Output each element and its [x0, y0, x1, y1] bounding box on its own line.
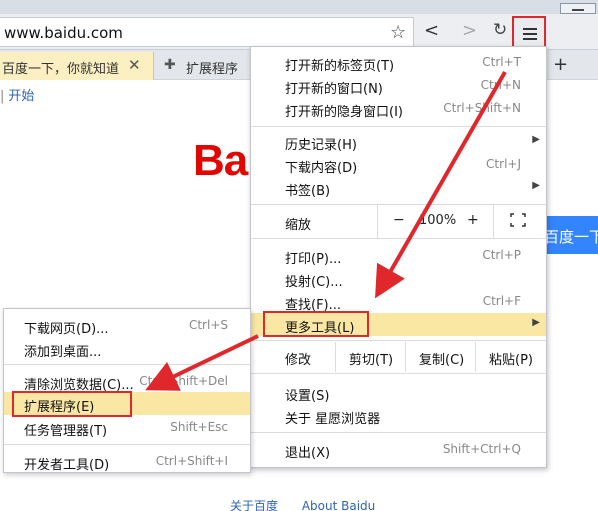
main-menu: 打开新的标签页(T) Ctrl+T 打开新的窗口(N) Ctrl+N 打开新的隐… [250, 46, 547, 468]
menu-item-bookmarks[interactable]: 书签(B) ▶ [251, 176, 546, 199]
menu-item-downloads[interactable]: 下载内容(D) Ctrl+J [251, 153, 546, 176]
reload-icon[interactable]: ↻ [493, 20, 507, 40]
menu-item-exit[interactable]: 退出(X) Shift+Ctrl+Q [251, 438, 546, 461]
menu-item-cast[interactable]: 投射(C)... [251, 267, 546, 290]
submenu-item-task-manager[interactable]: 任务管理器(T) Shift+Esc [4, 416, 250, 439]
menu-item-settings[interactable]: 设置(S) [251, 381, 546, 404]
menu-divider [251, 238, 546, 239]
submenu-arrow-icon: ▶ [532, 180, 540, 191]
address-bar[interactable]: www.baidu.com ☆ [0, 17, 414, 47]
menu-item-about[interactable]: 关于 星愿浏览器 [251, 404, 546, 427]
copy-button[interactable]: 复制(C) [419, 349, 464, 368]
new-tab-button[interactable]: + [553, 54, 568, 75]
menu-divider [4, 444, 250, 445]
menu-item-history[interactable]: 历史记录(H) ▶ [251, 130, 546, 153]
baidu-search-button[interactable]: 百度一下 [538, 216, 598, 254]
toolbar: www.baidu.com ☆ < > ↻ [0, 14, 598, 52]
window-titlebar [0, 0, 598, 14]
back-icon[interactable]: < [424, 20, 439, 41]
menu-divider [251, 373, 546, 374]
url-text: www.baidu.com [4, 24, 123, 42]
hamburger-icon [523, 28, 537, 30]
minimize-button[interactable] [560, 3, 596, 14]
menu-divider [251, 432, 546, 433]
forward-icon[interactable]: > [462, 20, 477, 41]
menu-item-new-incognito[interactable]: 打开新的隐身窗口(I) Ctrl+Shift+N [251, 97, 546, 120]
menu-divider [4, 364, 250, 365]
menu-item-new-tab[interactable]: 打开新的标签页(T) Ctrl+T [251, 51, 546, 74]
footer-about-en-link[interactable]: About Baidu [302, 499, 375, 511]
footer-about-cn-link[interactable]: 关于百度 [230, 499, 278, 511]
submenu-item-extensions[interactable]: 扩展程序(E) [4, 391, 250, 417]
menu-item-find[interactable]: 查找(F)... Ctrl+F [251, 290, 546, 313]
tab-extensions[interactable]: ✚ 扩展程序 [158, 52, 248, 80]
paste-button[interactable]: 粘贴(P) [489, 349, 533, 368]
edit-row: 修改 剪切(T) 复制(C) 粘贴(P) [251, 342, 546, 372]
menu-item-print[interactable]: 打印(P)... Ctrl+P [251, 244, 546, 267]
zoom-label: 缩放 [285, 218, 312, 233]
zoom-level: 100% [419, 213, 457, 228]
submenu-item-save-page[interactable]: 下载网页(D)... Ctrl+S [4, 314, 250, 337]
page-footer: 关于百度 About Baidu [230, 497, 395, 511]
more-tools-submenu: 下载网页(D)... Ctrl+S 添加到桌面... 清除浏览数据(C)... … [3, 308, 251, 473]
submenu-item-dev-tools[interactable]: 开发者工具(D) Ctrl+Shift+I [4, 450, 250, 473]
tab-title: 百度一下，你就知道 [2, 62, 120, 77]
bookmark-star-icon[interactable]: ☆ [390, 22, 406, 43]
bookmark-start[interactable]: | 开始 [0, 85, 34, 104]
puzzle-icon: ✚ [164, 57, 176, 73]
menu-divider [251, 126, 546, 127]
cut-button[interactable]: 剪切(T) [349, 349, 393, 368]
menu-divider [251, 340, 546, 341]
menu-item-more-tools[interactable]: 更多工具(L) ▶ [251, 311, 546, 337]
submenu-arrow-icon: ▶ [532, 134, 540, 145]
submenu-item-add-desktop[interactable]: 添加到桌面... [4, 337, 250, 360]
menu-item-new-window[interactable]: 打开新的窗口(N) Ctrl+N [251, 74, 546, 97]
zoom-row: 缩放 − 100% + [251, 205, 546, 238]
edit-label: 修改 [285, 353, 312, 368]
zoom-in-button[interactable]: + [467, 212, 479, 228]
tab-title: 扩展程序 [186, 62, 239, 77]
submenu-arrow-icon: ▶ [532, 317, 540, 328]
tab-baidu[interactable]: 百度一下，你就知道 ✕ [0, 52, 154, 80]
baidu-logo: Bai [193, 136, 259, 185]
close-icon[interactable]: ✕ [128, 56, 141, 74]
fullscreen-icon[interactable] [510, 213, 526, 227]
submenu-item-clear-data[interactable]: 清除浏览数据(C)... Ctrl+Shift+Del [4, 370, 250, 393]
zoom-out-button[interactable]: − [393, 212, 405, 228]
